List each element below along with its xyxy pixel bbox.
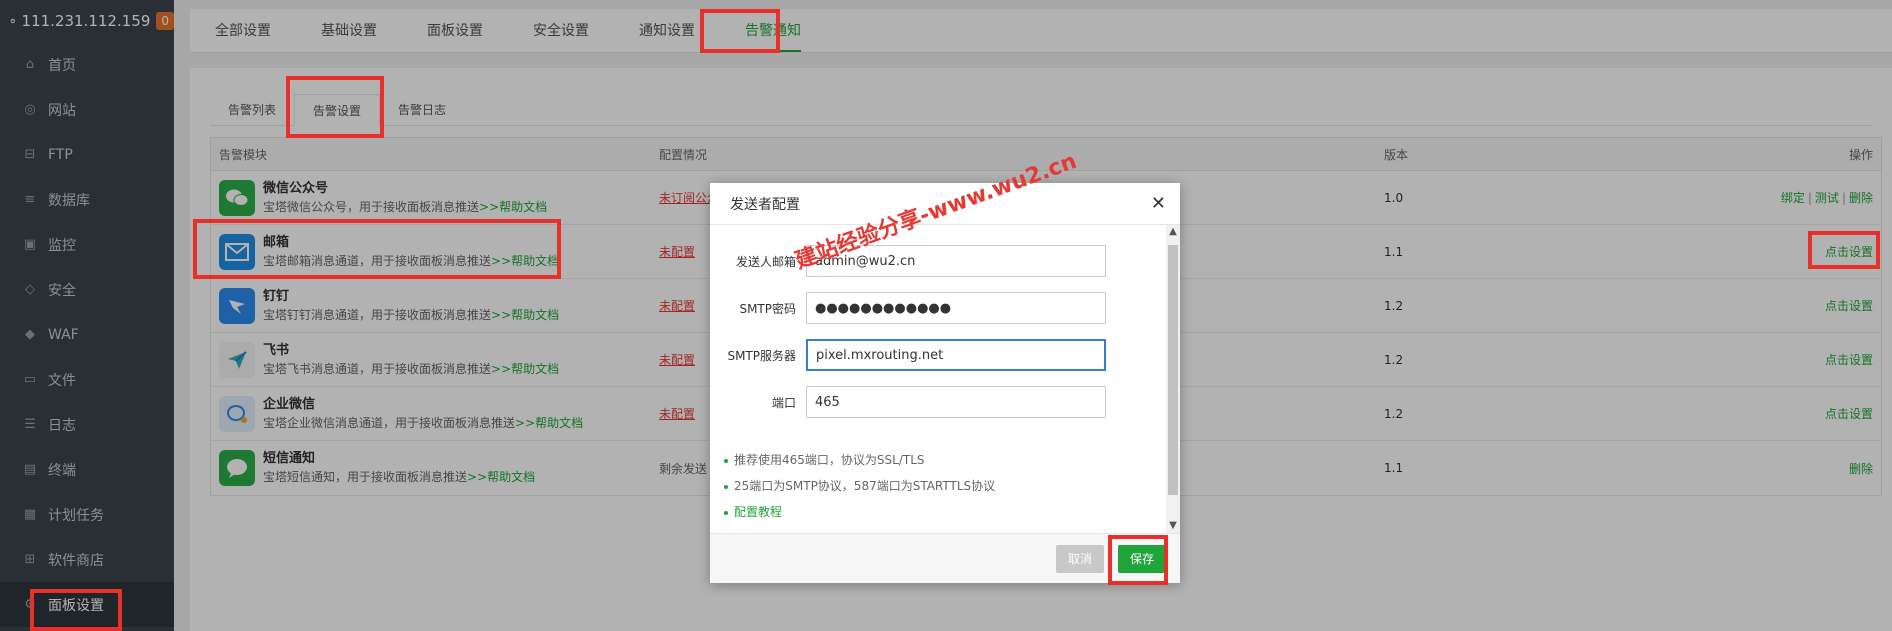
highlight-box bbox=[1808, 231, 1880, 269]
bullet-icon bbox=[724, 510, 728, 515]
port-row: 端口 bbox=[710, 386, 1106, 418]
smtp-server-field[interactable] bbox=[806, 339, 1106, 371]
sender-config-dialog: 发送者配置 ✕ 发送人邮箱 SMTP密码 SMTP服务器 端口 推荐使用465端… bbox=[710, 183, 1180, 583]
highlight-box bbox=[30, 589, 122, 631]
port-field[interactable] bbox=[806, 386, 1106, 418]
tip-item: 25端口为SMTP协议，587端口为STARTTLS协议 bbox=[724, 473, 995, 499]
port-label: 端口 bbox=[771, 395, 796, 410]
scroll-up-icon[interactable]: ▲ bbox=[1166, 225, 1180, 239]
bullet-icon bbox=[724, 458, 728, 463]
smtp-server-label: SMTP服务器 bbox=[727, 348, 796, 363]
highlight-box bbox=[700, 9, 780, 53]
smtp-server-row: SMTP服务器 bbox=[710, 339, 1106, 371]
scroll-thumb[interactable] bbox=[1168, 245, 1178, 495]
tip-item: 推荐使用465端口，协议为SSL/TLS bbox=[724, 447, 995, 473]
sender-email-label: 发送人邮箱 bbox=[735, 254, 796, 269]
dialog-title: 发送者配置 bbox=[730, 196, 800, 213]
cancel-button[interactable]: 取消 bbox=[1056, 545, 1105, 573]
dialog-scrollbar[interactable]: ▲ ▼ bbox=[1166, 225, 1180, 533]
dialog-body: 发送人邮箱 SMTP密码 SMTP服务器 端口 推荐使用465端口，协议为SSL… bbox=[710, 225, 1180, 525]
close-icon[interactable]: ✕ bbox=[1151, 193, 1166, 214]
highlight-box bbox=[1108, 535, 1168, 585]
highlight-box bbox=[286, 76, 384, 138]
tips-list: 推荐使用465端口，协议为SSL/TLS 25端口为SMTP协议，587端口为S… bbox=[724, 447, 995, 525]
config-tutorial-link[interactable]: 配置教程 bbox=[734, 505, 782, 519]
smtp-password-label: SMTP密码 bbox=[739, 301, 796, 316]
tip-item: 配置教程 bbox=[724, 499, 995, 525]
bullet-icon bbox=[724, 484, 728, 489]
smtp-password-row: SMTP密码 bbox=[710, 292, 1106, 324]
scroll-down-icon[interactable]: ▼ bbox=[1166, 519, 1180, 533]
smtp-password-field[interactable] bbox=[806, 292, 1106, 324]
sender-email-row: 发送人邮箱 bbox=[710, 245, 1106, 277]
highlight-box bbox=[193, 219, 561, 279]
